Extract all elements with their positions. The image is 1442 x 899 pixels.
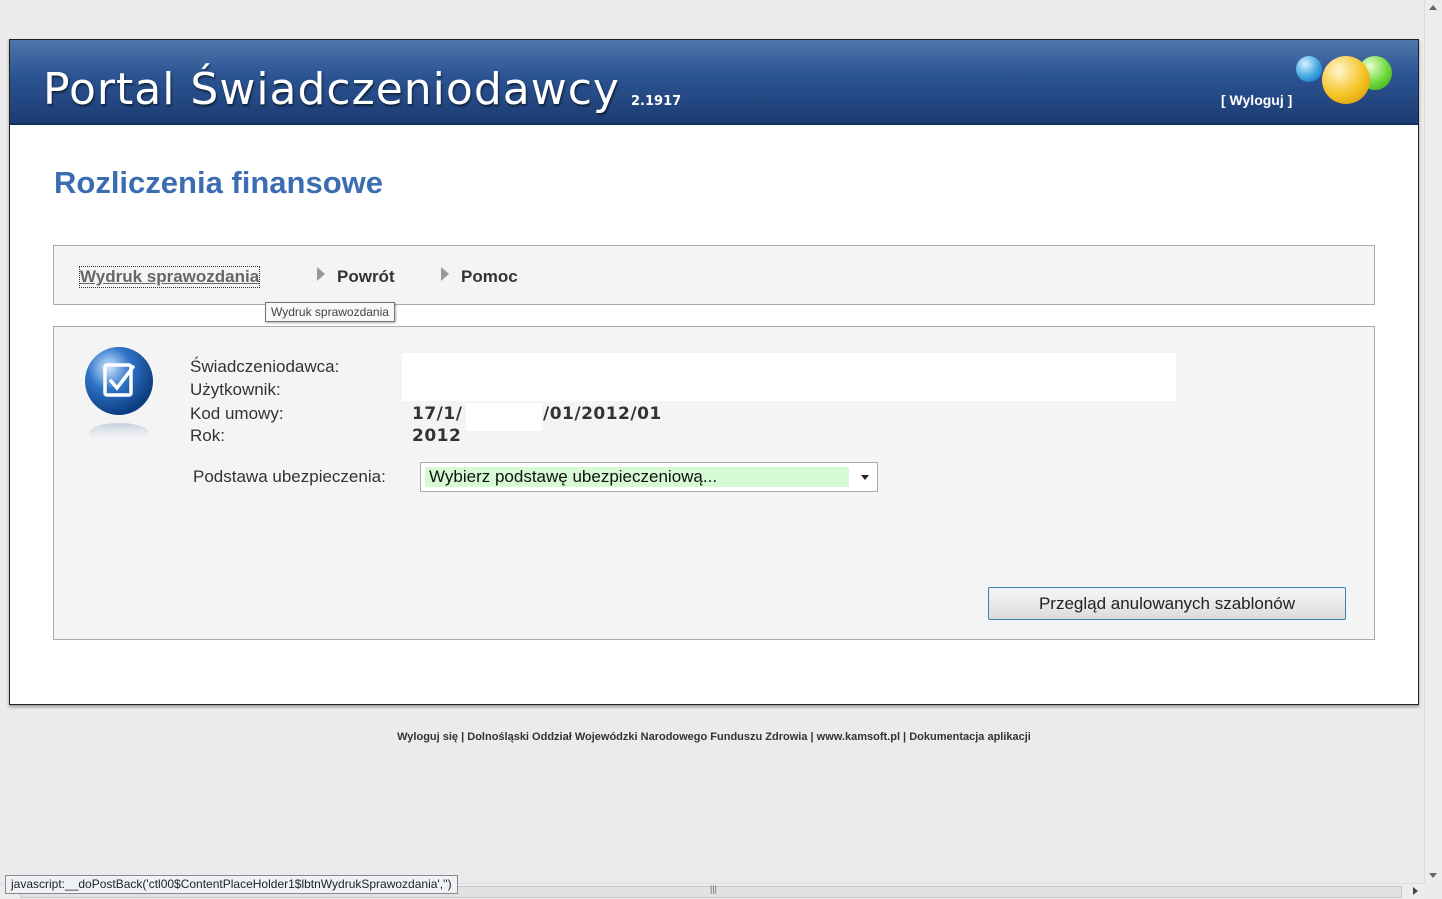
tooltip: Wydruk sprawozdania bbox=[265, 302, 395, 322]
footer-link-nfz[interactable]: Dolnośląski Oddział Wojewódzki Narodoweg… bbox=[467, 731, 807, 743]
vertical-scrollbar[interactable] bbox=[1424, 0, 1442, 883]
redacted-contract-part bbox=[466, 403, 542, 431]
menu-item-powrot[interactable]: Powrót bbox=[317, 267, 395, 287]
podstawa-label: Podstawa ubezpieczenia: bbox=[193, 467, 386, 486]
footer-separator: | bbox=[807, 731, 817, 743]
footer-link-wyloguj[interactable]: Wyloguj się bbox=[397, 731, 458, 743]
footer-separator: | bbox=[458, 731, 468, 743]
menu-arrow-icon bbox=[317, 267, 325, 281]
portal-title: Portal Świadczeniodawcy bbox=[43, 64, 620, 115]
main-frame: Portal Świadczeniodawcy 2.1917 [ Wyloguj… bbox=[9, 39, 1419, 705]
portal-header: Portal Świadczeniodawcy 2.1917 [ Wyloguj… bbox=[10, 40, 1418, 125]
scroll-grip-icon: ||| bbox=[710, 884, 718, 894]
rok-label: Rok: bbox=[190, 426, 225, 445]
kod-umowy-label: Kod umowy: bbox=[190, 404, 284, 423]
redacted-provider-user bbox=[402, 353, 1176, 401]
swiadczeniodawca-label: Świadczeniodawca: bbox=[190, 357, 340, 376]
scroll-right-icon[interactable] bbox=[1413, 887, 1418, 895]
dropdown-arrow-icon bbox=[861, 475, 869, 480]
logo-ball-blue bbox=[1296, 56, 1322, 82]
footer-separator: | bbox=[900, 731, 910, 743]
scroll-down-icon[interactable] bbox=[1429, 873, 1437, 878]
status-bar: javascript:__doPostBack('ctl00$ContentPl… bbox=[5, 875, 458, 894]
action-menu: Wydruk sprawozdania Powrót Pomoc bbox=[53, 245, 1375, 305]
logout-link[interactable]: [ Wyloguj ] bbox=[1221, 92, 1292, 108]
menu-item-pomoc[interactable]: Pomoc bbox=[441, 267, 518, 287]
page-heading: Rozliczenia finansowe bbox=[54, 165, 384, 200]
logo-ball-yellow bbox=[1322, 56, 1370, 104]
menu-item-label: Pomoc bbox=[461, 267, 518, 286]
footer-link-kamsoft[interactable]: www.kamsoft.pl bbox=[817, 731, 900, 743]
report-panel: Świadczeniodawca: Użytkownik: Kod umowy:… bbox=[53, 326, 1375, 640]
przeglad-anulowanych-button[interactable]: Przegląd anulowanych szablonów bbox=[988, 587, 1346, 620]
checklist-icon bbox=[85, 347, 153, 443]
kod-umowy-suffix: /01/2012/01 bbox=[543, 404, 662, 424]
menu-item-wydruk-sprawozdania[interactable]: Wydruk sprawozdania bbox=[78, 266, 261, 288]
rok-value: 2012 bbox=[412, 426, 462, 446]
footer-link-dokumentacja[interactable]: Dokumentacja aplikacji bbox=[909, 731, 1031, 743]
portal-version: 2.1917 bbox=[631, 94, 682, 109]
podstawa-select[interactable]: Wybierz podstawę ubezpieczeniową... bbox=[420, 462, 878, 492]
menu-item-label: Powrót bbox=[337, 267, 395, 286]
podstawa-select-value: Wybierz podstawę ubezpieczeniową... bbox=[429, 467, 718, 486]
uzytkownik-label: Użytkownik: bbox=[190, 380, 281, 399]
menu-arrow-icon bbox=[441, 267, 449, 281]
footer: Wyloguj się | Dolnośląski Oddział Wojewó… bbox=[0, 731, 1428, 743]
scroll-up-icon[interactable] bbox=[1429, 5, 1437, 10]
kod-umowy-prefix: 17/1/ bbox=[412, 404, 463, 424]
